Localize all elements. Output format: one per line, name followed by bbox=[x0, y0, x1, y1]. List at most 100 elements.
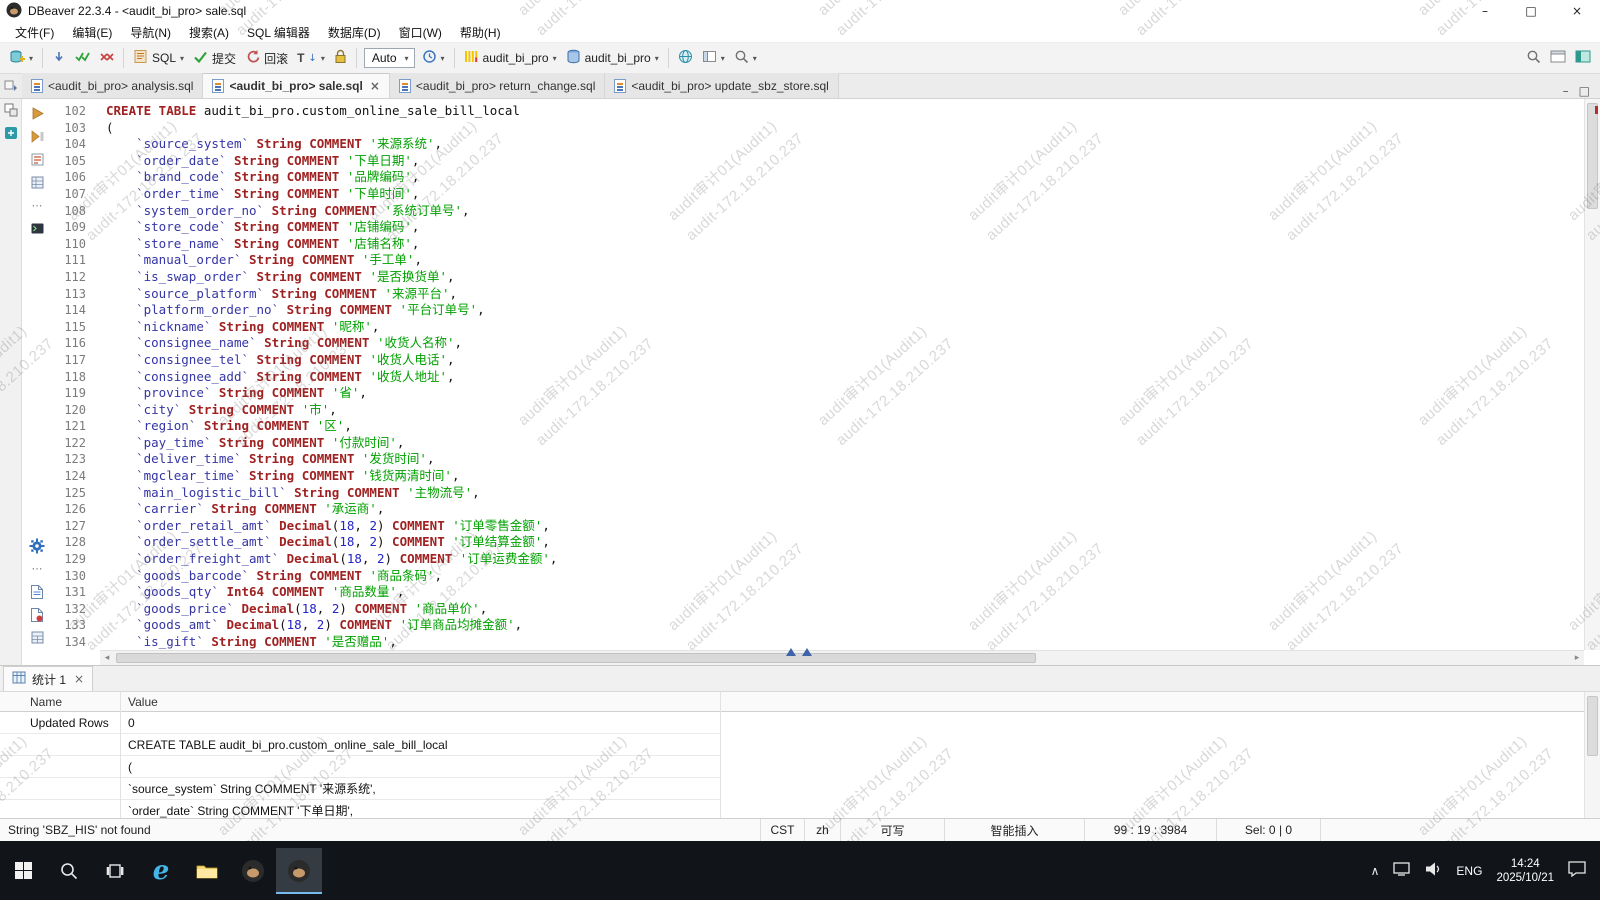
code-line[interactable]: `order_date` String COMMENT '下单日期', bbox=[106, 153, 1584, 170]
code-line[interactable]: `goods_price` Decimal(18, 2) COMMENT '商品… bbox=[106, 601, 1584, 618]
commit-mode-combo[interactable]: Auto ▾ bbox=[364, 48, 415, 68]
code-line[interactable]: `pay_time` String COMMENT '付款时间', bbox=[106, 435, 1584, 452]
column-divider[interactable] bbox=[720, 692, 721, 818]
code-line[interactable]: `order_retail_amt` Decimal(18, 2) COMMEN… bbox=[106, 518, 1584, 535]
column-header-name[interactable]: Name bbox=[0, 695, 120, 709]
start-button[interactable] bbox=[0, 848, 46, 894]
close-button[interactable]: × bbox=[1554, 0, 1600, 22]
code-line[interactable]: `province` String COMMENT '省', bbox=[106, 385, 1584, 402]
column-divider[interactable] bbox=[120, 692, 121, 818]
code-line[interactable]: `system_order_no` String COMMENT '系统订单号'… bbox=[106, 203, 1584, 220]
scrollbar-thumb[interactable] bbox=[1587, 696, 1598, 756]
minimize-view-icon[interactable]: – bbox=[1563, 84, 1569, 98]
code-line[interactable]: `consignee_add` String COMMENT '收货人地址', bbox=[106, 369, 1584, 386]
internet-explorer-button[interactable]: e bbox=[138, 848, 184, 894]
code-line[interactable]: `consignee_name` String COMMENT '收货人名称', bbox=[106, 335, 1584, 352]
stats-value-cell[interactable]: CREATE TABLE audit_bi_pro.custom_online_… bbox=[120, 738, 720, 752]
vertical-scrollbar[interactable] bbox=[1584, 99, 1600, 650]
code-line[interactable]: `goods_amt` Decimal(18, 2) COMMENT '订单商品… bbox=[106, 617, 1584, 634]
stats-value-cell[interactable]: `source_system` String COMMENT '来源系统', bbox=[120, 780, 720, 797]
execute-statement-icon[interactable] bbox=[28, 105, 46, 122]
code-line[interactable]: `goods_barcode` String COMMENT '商品条码', bbox=[106, 568, 1584, 585]
execute-script-icon[interactable] bbox=[28, 128, 46, 145]
column-header-value[interactable]: Value bbox=[120, 695, 720, 709]
code-line[interactable]: `order_settle_amt` Decimal(18, 2) COMMEN… bbox=[106, 534, 1584, 551]
rollback-button[interactable]: 回滚 bbox=[241, 46, 292, 70]
code-line[interactable]: `is_gift` String COMMENT '是否赠品', bbox=[106, 634, 1584, 650]
save-script-icon[interactable] bbox=[28, 583, 46, 600]
code-line[interactable]: `city` String COMMENT '市', bbox=[106, 402, 1584, 419]
output-grid-icon[interactable] bbox=[28, 629, 46, 646]
maximize-button[interactable]: □ bbox=[1508, 0, 1554, 22]
tray-display-icon[interactable] bbox=[1393, 862, 1410, 879]
tray-expand-icon[interactable]: ∧ bbox=[1371, 864, 1380, 878]
restore-view-icon[interactable] bbox=[4, 103, 18, 120]
reject-changes-button[interactable] bbox=[95, 46, 118, 70]
database-navigator-icon[interactable] bbox=[4, 126, 18, 143]
scrollbar-thumb[interactable] bbox=[116, 653, 1036, 663]
schema-selector[interactable]: audit_bi_pro ▾ bbox=[562, 46, 663, 70]
code-line[interactable]: `store_code` String COMMENT '店铺编码', bbox=[106, 219, 1584, 236]
stats-tab[interactable]: 统计 1 × bbox=[3, 666, 93, 691]
sash-restore-buttons[interactable] bbox=[783, 648, 815, 656]
editor-tab[interactable]: <audit_bi_pro> analysis.sql bbox=[22, 73, 203, 98]
code-line[interactable]: `brand_code` String COMMENT '品牌编码', bbox=[106, 169, 1584, 186]
settings-gear-icon[interactable] bbox=[28, 537, 46, 554]
action-center-icon[interactable] bbox=[1568, 861, 1586, 880]
quick-search-button[interactable] bbox=[1522, 46, 1545, 70]
open-console-icon[interactable] bbox=[28, 220, 46, 237]
code-line[interactable]: `nickname` String COMMENT '昵称', bbox=[106, 319, 1584, 336]
transaction-mode-button[interactable]: T ↓ ▾ bbox=[293, 46, 329, 70]
stats-value-cell[interactable]: 0 bbox=[120, 716, 720, 730]
line-number-gutter[interactable]: 1021031041051061071081091101111121131141… bbox=[52, 99, 98, 650]
code-line[interactable]: `store_name` String COMMENT '店铺名称', bbox=[106, 236, 1584, 253]
taskbar-search-button[interactable] bbox=[46, 848, 92, 894]
connection-selector[interactable]: audit_bi_pro ▾ bbox=[460, 46, 561, 70]
code-line[interactable]: `carrier` String COMMENT '承运商', bbox=[106, 501, 1584, 518]
dbeaver-taskbar-button-active[interactable] bbox=[276, 848, 322, 894]
code-line[interactable]: `region` String COMMENT '区', bbox=[106, 418, 1584, 435]
menu-item[interactable]: 数据库(D) bbox=[319, 22, 390, 42]
new-sql-editor-button[interactable]: ▾ bbox=[5, 46, 37, 70]
close-icon[interactable]: × bbox=[74, 672, 84, 686]
stats-name-cell[interactable]: Updated Rows bbox=[0, 716, 120, 730]
fetch-next-button[interactable] bbox=[48, 46, 70, 70]
maximize-view-icon[interactable]: □ bbox=[1579, 84, 1590, 98]
menu-item[interactable]: 窗口(W) bbox=[390, 22, 451, 42]
menu-item[interactable]: SQL 编辑器 bbox=[238, 22, 319, 42]
menu-item[interactable]: 导航(N) bbox=[121, 22, 180, 42]
taskbar-clock[interactable]: 14:24 2025/10/21 bbox=[1496, 857, 1554, 885]
transaction-log-button[interactable]: ▾ bbox=[418, 46, 449, 70]
menu-item[interactable]: 帮助(H) bbox=[451, 22, 510, 42]
code-line[interactable]: `goods_qty` Int64 COMMENT '商品数量', bbox=[106, 584, 1584, 601]
code-editor[interactable]: CREATE TABLE audit_bi_pro.custom_online_… bbox=[102, 99, 1584, 650]
more-actions-icon[interactable]: ⋯ bbox=[28, 197, 46, 214]
accept-changes-button[interactable] bbox=[71, 46, 94, 70]
code-line[interactable]: `main_logistic_bill` String COMMENT '主物流… bbox=[106, 485, 1584, 502]
code-line[interactable]: `mgclear_time` String COMMENT '钱货两清时间', bbox=[106, 468, 1584, 485]
file-explorer-button[interactable] bbox=[184, 848, 230, 894]
code-line[interactable]: `manual_order` String COMMENT '手工单', bbox=[106, 252, 1584, 269]
open-perspective-button[interactable] bbox=[1546, 46, 1570, 70]
language-indicator[interactable]: ENG bbox=[1456, 864, 1482, 878]
code-line[interactable]: `deliver_time` String COMMENT '发货时间', bbox=[106, 451, 1584, 468]
code-line[interactable]: `order_time` String COMMENT '下单时间', bbox=[106, 186, 1584, 203]
code-line[interactable]: ( bbox=[106, 120, 1584, 137]
menu-item[interactable]: 搜索(A) bbox=[180, 22, 238, 42]
result-grid-icon[interactable] bbox=[28, 174, 46, 191]
explain-plan-icon[interactable] bbox=[28, 151, 46, 168]
code-line[interactable]: `source_platform` String COMMENT '来源平台', bbox=[106, 286, 1584, 303]
code-line[interactable]: `is_swap_order` String COMMENT '是否换货单', bbox=[106, 269, 1584, 286]
editor-tab[interactable]: <audit_bi_pro> return_change.sql bbox=[390, 73, 605, 98]
scroll-right-icon[interactable]: ▸ bbox=[1570, 653, 1584, 663]
panel-layout-button[interactable]: ▾ bbox=[698, 46, 729, 70]
dbeaver-perspective-button[interactable] bbox=[1571, 46, 1595, 70]
code-line[interactable]: `consignee_tel` String COMMENT '收货人电话', bbox=[106, 352, 1584, 369]
code-line[interactable]: `order_freight_amt` Decimal(18, 2) COMME… bbox=[106, 551, 1584, 568]
code-line[interactable]: `platform_order_no` String COMMENT '平台订单… bbox=[106, 302, 1584, 319]
tab-close-icon[interactable]: × bbox=[370, 79, 380, 93]
scrollbar-thumb[interactable] bbox=[1587, 103, 1598, 209]
editor-tab[interactable]: <audit_bi_pro> sale.sql× bbox=[203, 73, 389, 98]
menu-item[interactable]: 文件(F) bbox=[6, 22, 63, 42]
lock-button[interactable] bbox=[330, 46, 351, 70]
